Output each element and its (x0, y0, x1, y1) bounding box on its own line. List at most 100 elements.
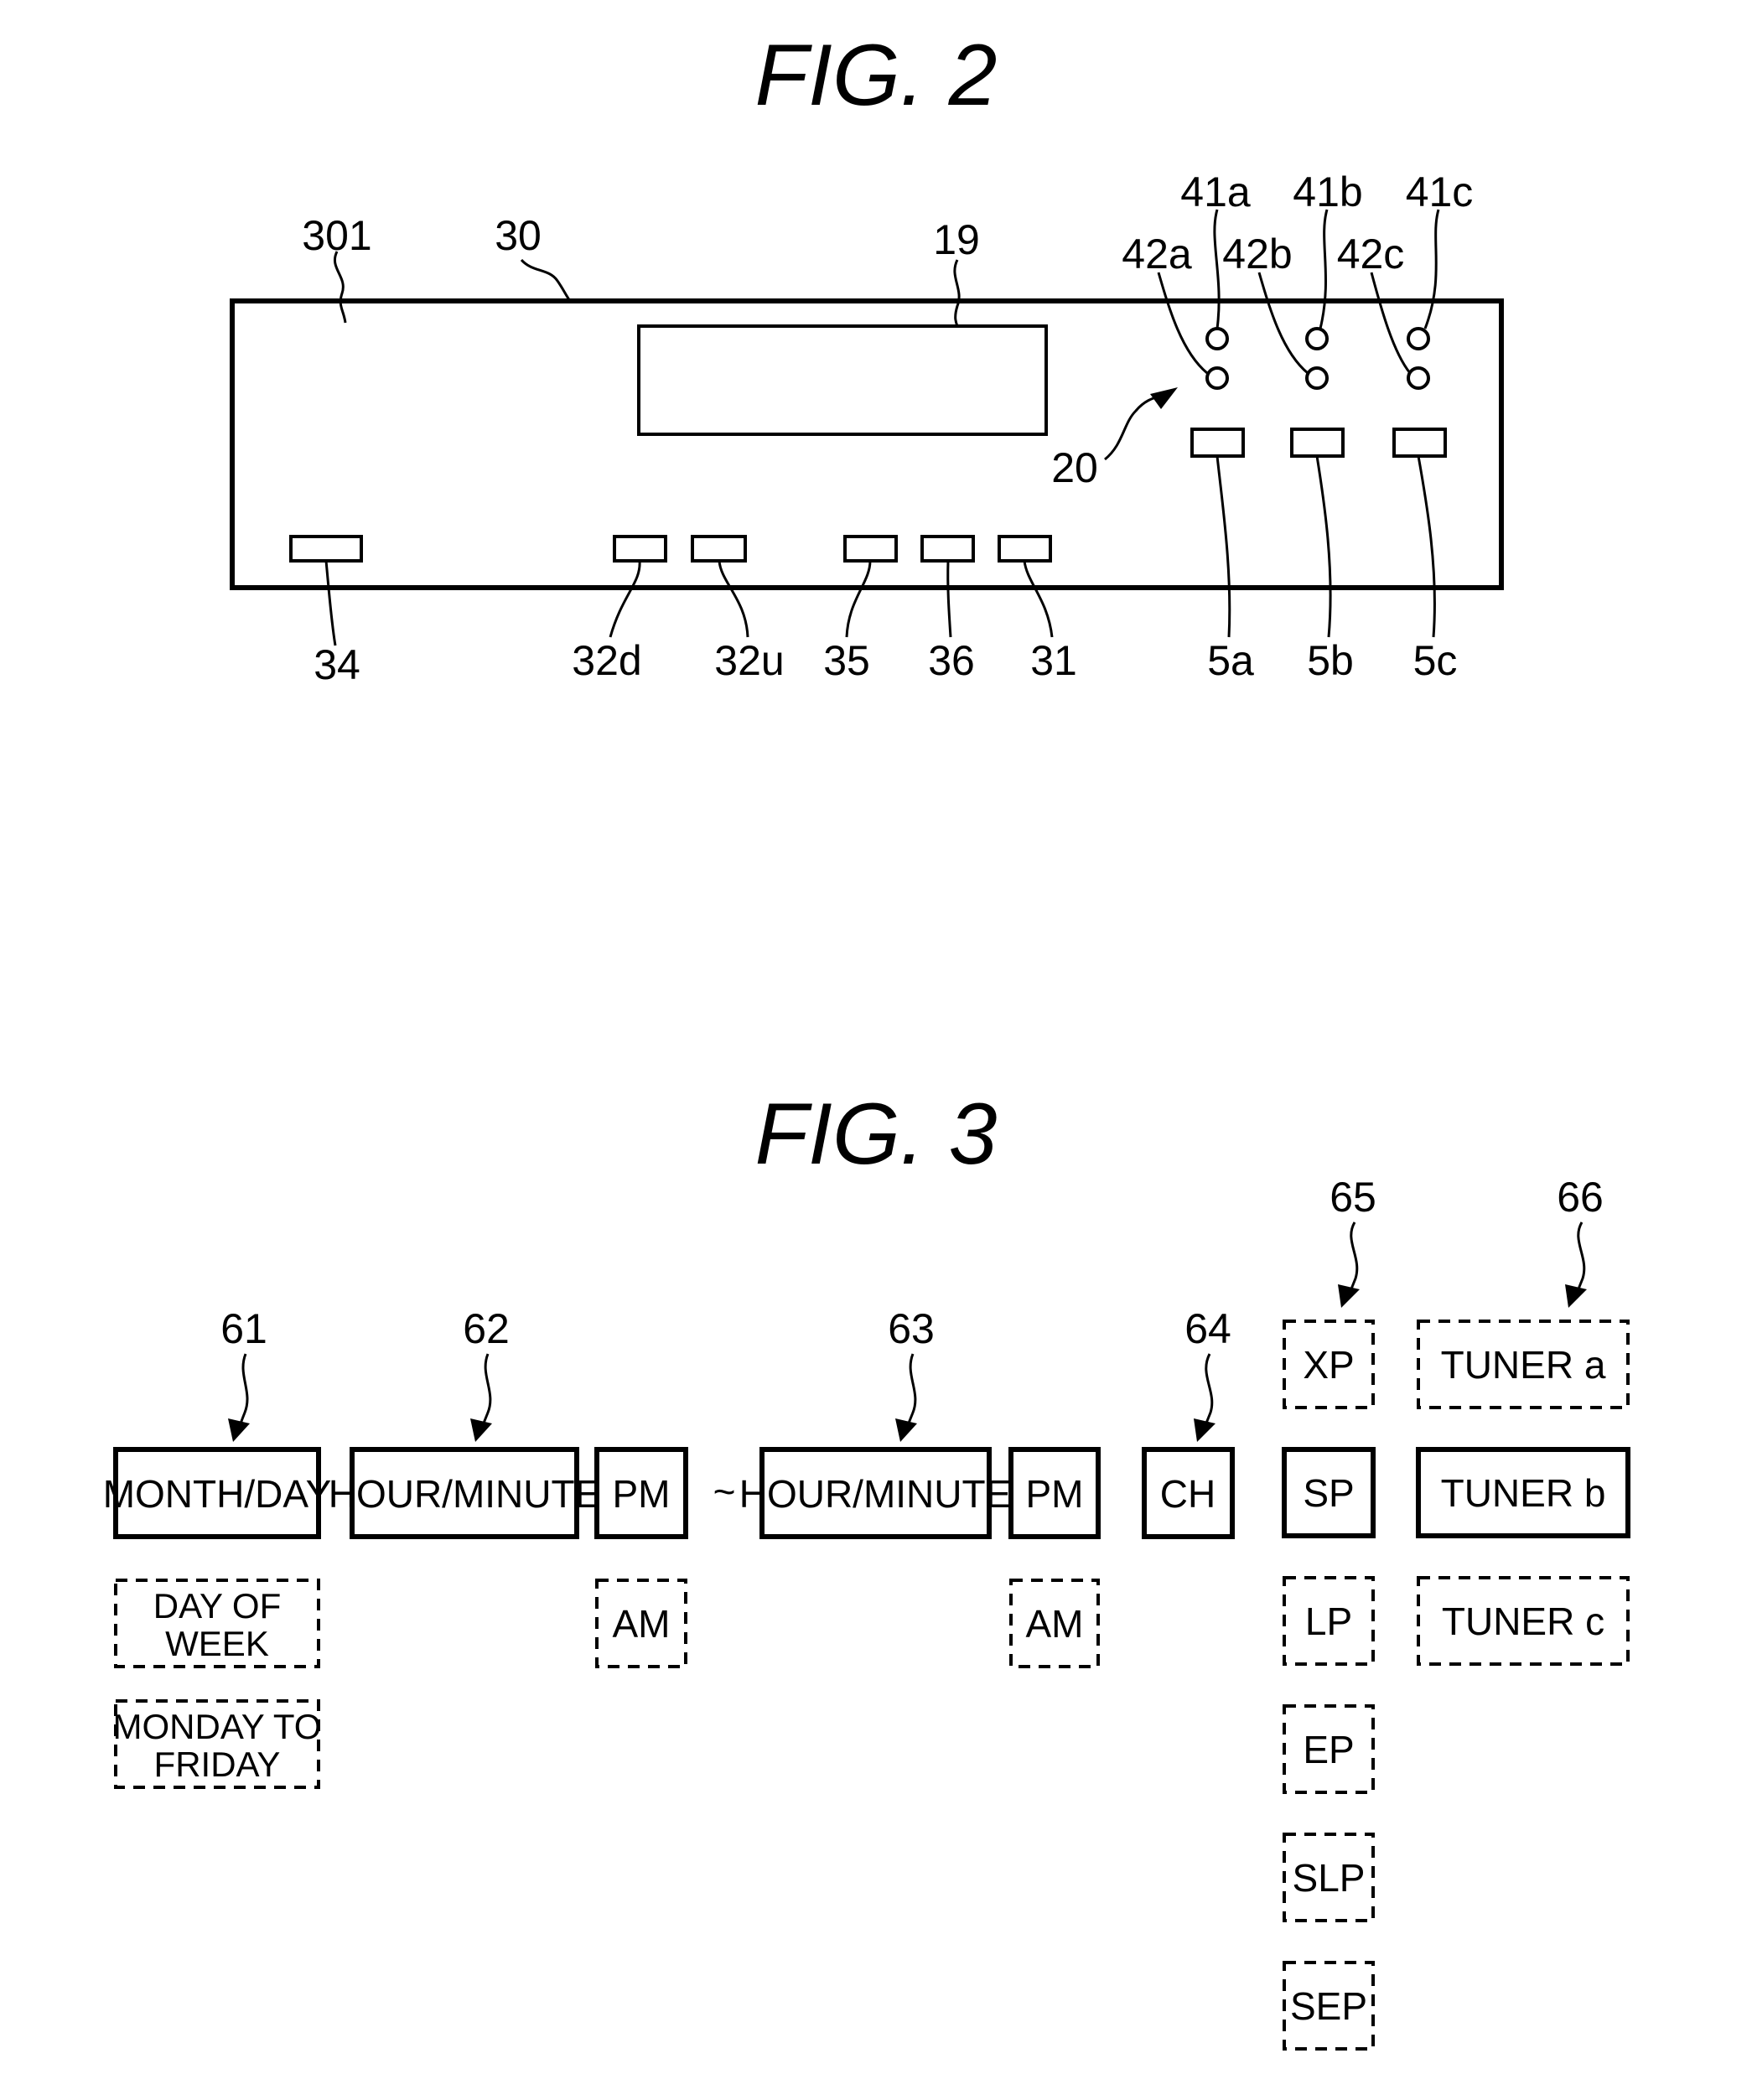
channel-field[interactable]: CH (1142, 1447, 1235, 1539)
recording-mode-option-ep[interactable]: EP (1283, 1704, 1375, 1794)
date-option-day-of-week[interactable]: DAY OF WEEK (114, 1579, 320, 1668)
ref-63: 63 (888, 1305, 935, 1352)
led-41a-icon (1205, 327, 1229, 350)
patent-drawing-sheet: FIG. 2 301 30 19 41a 41b 41c 42a 42b 42c… (103, 27, 1630, 2051)
ref-42b: 42b (1222, 231, 1292, 277)
leader-5b (1315, 455, 1332, 638)
leader-65 (1347, 1221, 1359, 1296)
end-ampm-option[interactable]: AM (1009, 1579, 1100, 1668)
leader-19 (953, 259, 961, 327)
ref-42c: 42c (1337, 231, 1405, 277)
start-am-label: AM (613, 1602, 671, 1646)
day-of-week-line2: WEEK (165, 1624, 269, 1663)
ref-32u: 32u (714, 637, 784, 684)
display-window (637, 324, 1048, 436)
button-31[interactable] (998, 535, 1052, 563)
leader-31 (1023, 560, 1054, 638)
ref-41b: 41b (1293, 169, 1362, 215)
recording-mode-option-sp[interactable]: SP (1282, 1447, 1376, 1538)
ref-5a: 5a (1207, 637, 1254, 684)
leader-42b (1257, 272, 1309, 375)
ref-30: 30 (495, 212, 542, 259)
ref-5c: 5c (1413, 637, 1458, 684)
button-5b[interactable] (1290, 428, 1345, 458)
start-ampm-option[interactable]: AM (595, 1579, 687, 1668)
leader-61 (237, 1353, 249, 1430)
end-time-field[interactable]: HOUR/MINUTE (739, 1447, 1012, 1539)
leader-36 (946, 560, 952, 638)
recording-mode-option-label: XP (1303, 1343, 1354, 1387)
fig2-title: FIG. 2 (755, 27, 998, 124)
fig3-title: FIG. 3 (755, 1086, 998, 1183)
tuner-option-tuner-c[interactable]: TUNER c (1417, 1576, 1630, 1666)
figure-3: FIG. 3 61 62 63 64 65 66 MONTH/DAY DAY O… (103, 1086, 1630, 2051)
led-41c-icon (1407, 327, 1430, 350)
tuner-option-tuner-b[interactable]: TUNER b (1416, 1447, 1630, 1538)
leader-62 (479, 1353, 492, 1430)
led-42b-icon (1305, 366, 1329, 390)
button-36[interactable] (920, 535, 975, 563)
leader-5a (1216, 455, 1231, 638)
button-5c[interactable] (1392, 428, 1447, 458)
leader-35 (845, 560, 872, 638)
arrow-20-icon (1150, 387, 1178, 409)
button-34[interactable] (289, 535, 363, 563)
ref-19: 19 (933, 216, 980, 263)
led-42c-icon (1407, 366, 1430, 390)
leader-32u (718, 560, 749, 638)
ref-36: 36 (928, 637, 975, 684)
ref-5b: 5b (1307, 637, 1354, 684)
ref-32d: 32d (572, 637, 641, 684)
recording-mode-column: XP SP LP EP SLP SEP (1282, 1320, 1376, 2051)
button-35[interactable] (843, 535, 898, 563)
time-range-separator: ~ (713, 1470, 736, 1513)
end-am-label: AM (1026, 1602, 1084, 1646)
leader-5c (1417, 455, 1436, 638)
start-time-field[interactable]: HOUR/MINUTE (329, 1447, 601, 1539)
ref-62: 62 (463, 1305, 510, 1352)
recording-mode-option-label: EP (1303, 1728, 1354, 1771)
date-option-monday-to-friday[interactable]: MONDAY TO FRIDAY (113, 1699, 322, 1789)
tuner-option-label: TUNER b (1441, 1471, 1606, 1515)
leader-20 (1104, 394, 1162, 461)
recording-mode-option-xp[interactable]: XP (1283, 1320, 1375, 1409)
ref-301: 301 (302, 212, 371, 259)
leader-32d (609, 560, 641, 638)
end-ampm-selected[interactable]: PM (1008, 1447, 1101, 1539)
recording-mode-option-label: SP (1303, 1471, 1354, 1515)
recording-mode-option-slp[interactable]: SLP (1283, 1833, 1375, 1922)
weekdays-line2: FRIDAY (154, 1745, 281, 1784)
recording-mode-option-sep[interactable]: SEP (1283, 1961, 1375, 2051)
recording-mode-option-label: LP (1305, 1600, 1352, 1643)
ref-20: 20 (1051, 444, 1098, 491)
leader-41a (1213, 209, 1221, 329)
arrow-65-icon (1338, 1284, 1360, 1308)
leader-30 (520, 258, 572, 302)
ref-31: 31 (1030, 637, 1077, 684)
arrow-64-icon (1194, 1418, 1216, 1442)
channel-label: CH (1160, 1472, 1216, 1516)
end-pm-label: PM (1026, 1472, 1084, 1516)
leader-64 (1202, 1353, 1214, 1430)
button-5a[interactable] (1190, 428, 1245, 458)
end-time-label: HOUR/MINUTE (739, 1472, 1012, 1516)
ref-41a: 41a (1180, 169, 1251, 215)
ref-35: 35 (823, 637, 870, 684)
tuner-column: TUNER a TUNER b TUNER c (1416, 1320, 1630, 1666)
front-panel (230, 298, 1504, 590)
ref-64: 64 (1184, 1305, 1231, 1352)
start-ampm-selected[interactable]: PM (594, 1447, 688, 1539)
date-field-selected[interactable]: MONTH/DAY (103, 1447, 332, 1539)
recording-mode-option-lp[interactable]: LP (1283, 1576, 1375, 1666)
ref-34: 34 (314, 641, 360, 688)
ref-66: 66 (1557, 1174, 1604, 1221)
button-32d[interactable] (613, 535, 667, 563)
tuner-option-tuner-a[interactable]: TUNER a (1417, 1320, 1630, 1409)
tuner-option-label: TUNER c (1442, 1600, 1604, 1643)
date-label: MONTH/DAY (103, 1472, 332, 1516)
ref-41c: 41c (1406, 169, 1474, 215)
ref-65: 65 (1330, 1174, 1376, 1221)
ref-61: 61 (220, 1305, 267, 1352)
leader-41b (1319, 209, 1329, 329)
button-32u[interactable] (691, 535, 747, 563)
